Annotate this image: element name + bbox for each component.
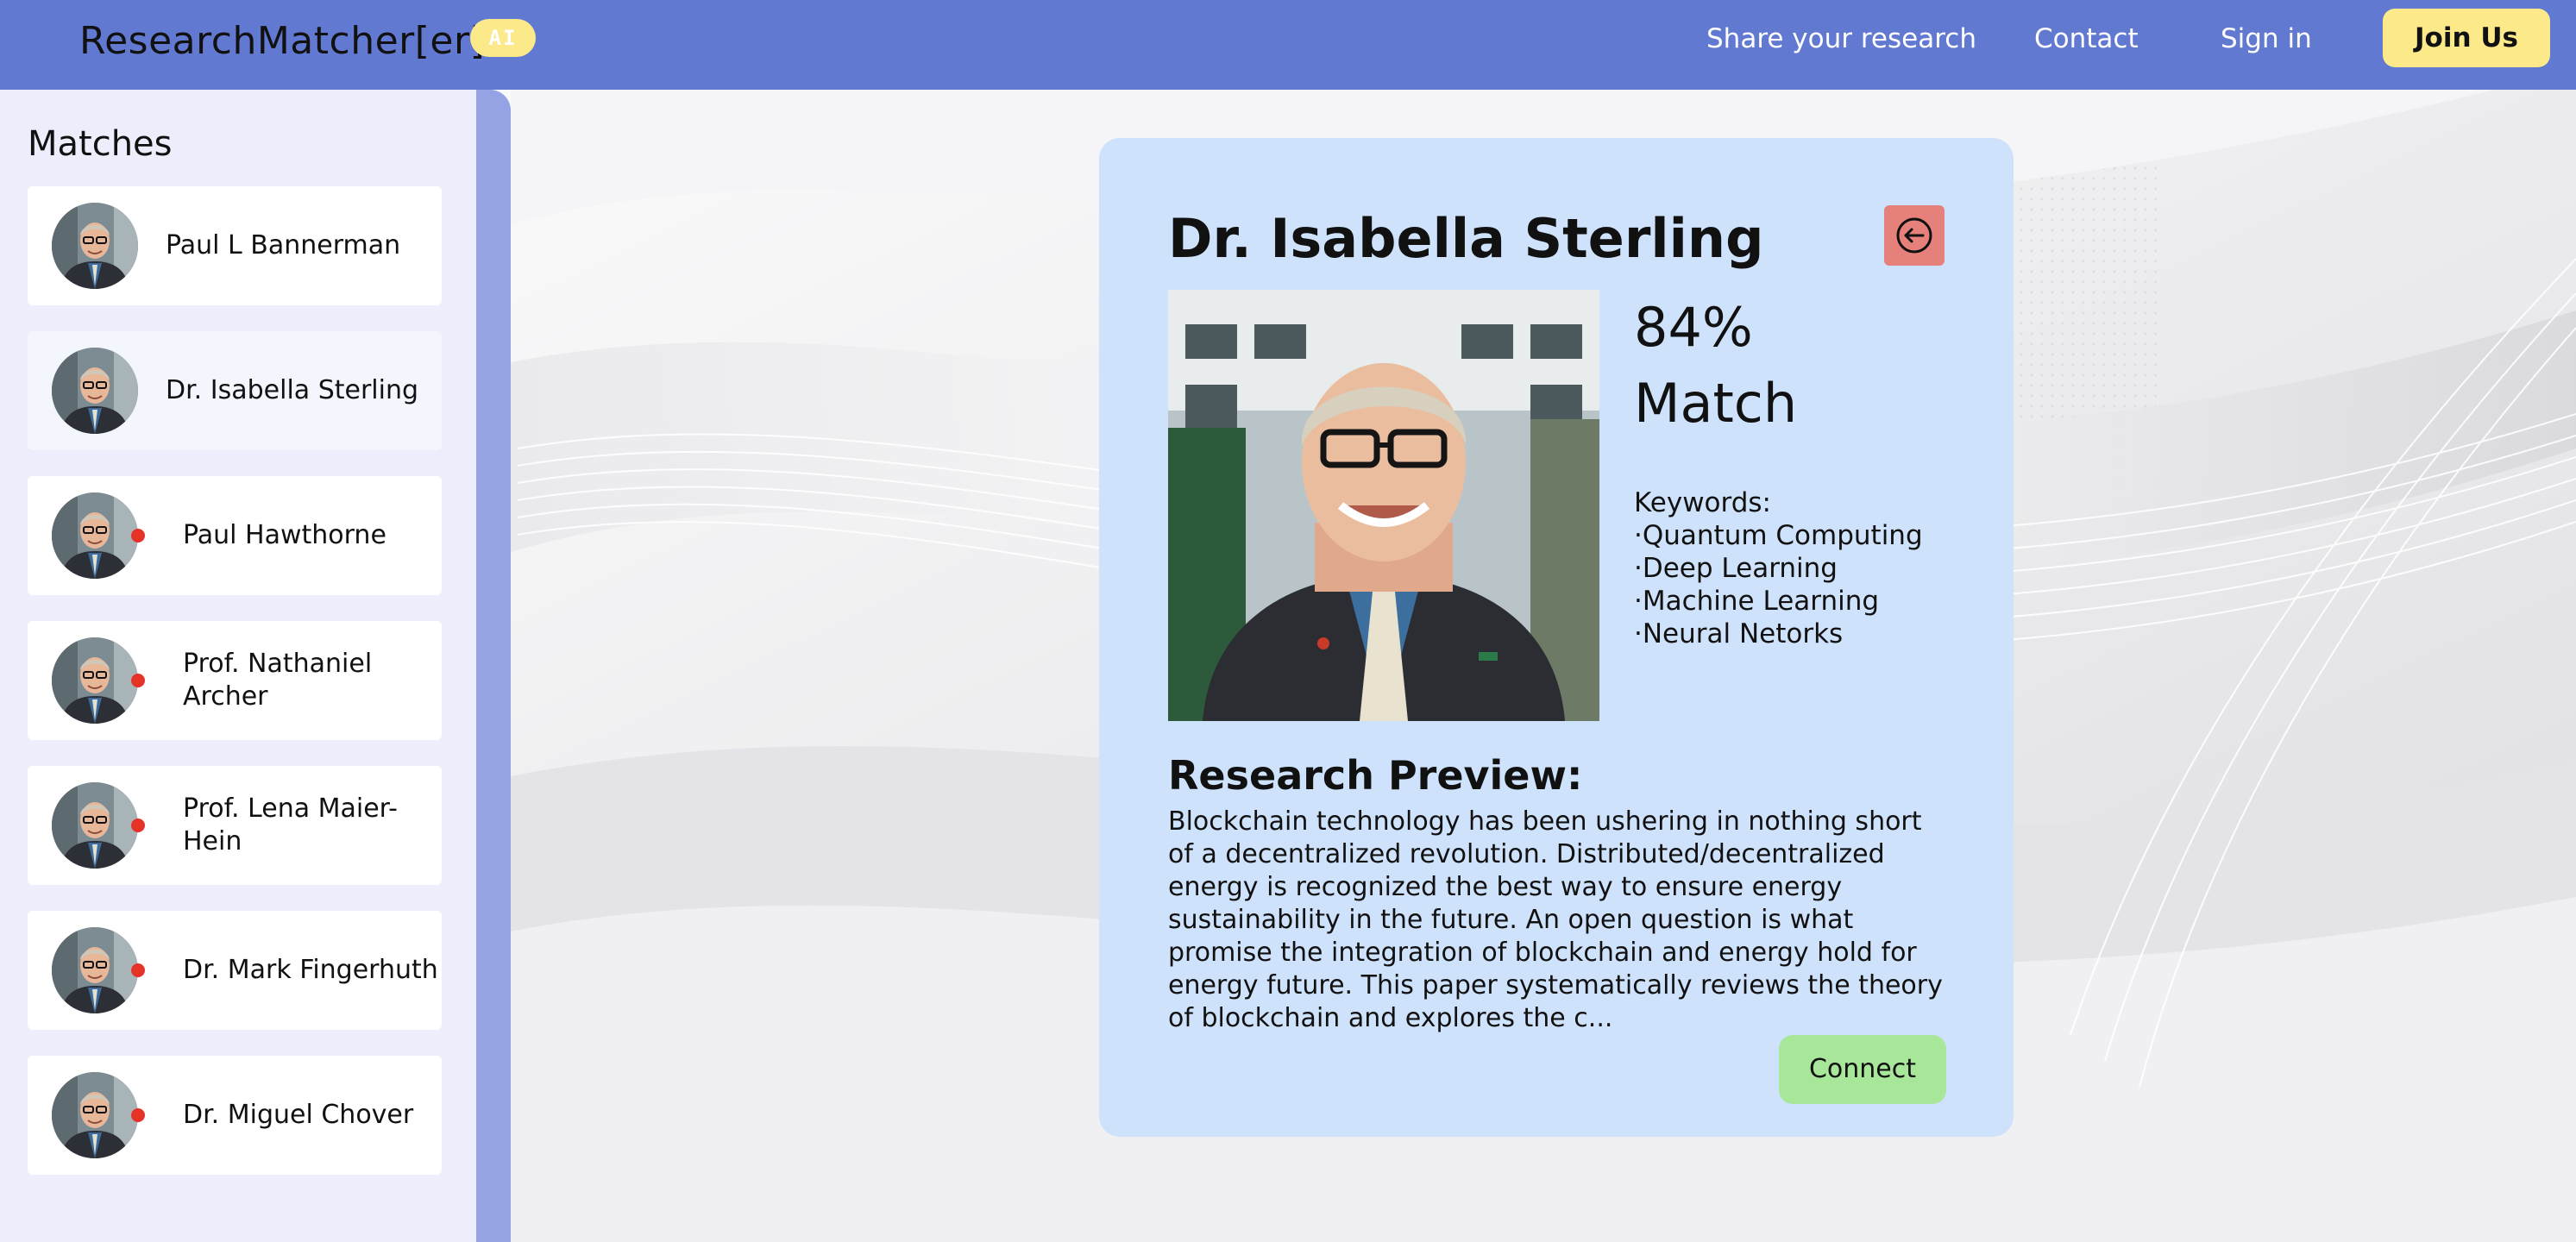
- avatar: [52, 348, 138, 434]
- avatar: [52, 927, 138, 1013]
- match-name: Dr. Isabella Sterling: [166, 375, 419, 405]
- avatar: [52, 492, 138, 579]
- keyword-item: Neural Netorks: [1634, 618, 1923, 650]
- match-item[interactable]: Prof. Lena Maier-Hein: [28, 766, 442, 885]
- match-percent: 84%: [1634, 296, 1753, 359]
- avatar: [52, 1072, 138, 1158]
- avatar: [52, 782, 138, 869]
- unread-dot-icon: [131, 1108, 145, 1122]
- match-name: Dr. Mark Fingerhuth: [183, 955, 438, 985]
- match-item[interactable]: Dr. Isabella Sterling: [28, 331, 442, 450]
- match-name: Paul Hawthorne: [183, 520, 386, 550]
- research-preview-title: Research Preview:: [1168, 752, 1583, 799]
- brand-logo[interactable]: ResearchMatcher[er]: [79, 16, 485, 67]
- unread-dot-icon: [131, 674, 145, 687]
- match-name: Paul L Bannerman: [166, 230, 401, 260]
- match-name: Prof. Lena Maier-Hein: [183, 794, 398, 856]
- match-label: Match: [1634, 372, 1798, 435]
- unread-dot-icon: [131, 819, 145, 832]
- keywords-section: Keywords: Quantum Computing Deep Learnin…: [1634, 486, 1923, 650]
- ai-badge: AI: [470, 19, 536, 57]
- unread-dot-icon: [131, 529, 145, 543]
- connect-button[interactable]: Connect: [1779, 1035, 1946, 1104]
- avatar: [52, 637, 138, 724]
- match-item[interactable]: Dr. Mark Fingerhuth: [28, 911, 442, 1030]
- profile-card: Dr. Isabella Sterling 84% Match Keywords…: [1099, 138, 2014, 1137]
- join-us-button[interactable]: Join Us: [2383, 9, 2550, 67]
- match-item[interactable]: Prof. Nathaniel Archer: [28, 621, 442, 740]
- sidebar-rail: [476, 90, 511, 1242]
- keyword-item: Deep Learning: [1634, 552, 1923, 585]
- match-name: Prof. Nathaniel Archer: [183, 649, 373, 712]
- research-preview-text: Blockchain technology has been ushering …: [1168, 806, 1943, 1033]
- avatar: [52, 203, 138, 289]
- nav-link-sign-in[interactable]: Sign in: [2221, 19, 2312, 59]
- back-button[interactable]: [1884, 205, 1945, 266]
- back-arrow-circle-icon: [1896, 217, 1932, 254]
- match-item[interactable]: Paul Hawthorne: [28, 476, 442, 595]
- nav-link-contact[interactable]: Contact: [2034, 19, 2139, 59]
- keywords-label: Keywords:: [1634, 487, 1771, 518]
- keyword-item: Machine Learning: [1634, 585, 1923, 618]
- match-score: 84% Match: [1634, 290, 1797, 442]
- unread-dot-icon: [131, 963, 145, 977]
- match-item[interactable]: Paul L Bannerman: [28, 186, 442, 305]
- matches-sidebar: Matches Paul L Bannerman Dr. Isabella St…: [0, 90, 476, 1242]
- profile-name: Dr. Isabella Sterling: [1168, 207, 1764, 270]
- match-item[interactable]: Dr. Miguel Chover: [28, 1056, 442, 1175]
- top-navbar: ResearchMatcher[er] AI Share your resear…: [0, 0, 2576, 90]
- matches-title: Matches: [28, 124, 173, 164]
- nav-link-share-research[interactable]: Share your research: [1706, 19, 1976, 59]
- profile-photo: [1168, 290, 1599, 721]
- match-name: Dr. Miguel Chover: [183, 1100, 414, 1130]
- keyword-item: Quantum Computing: [1634, 519, 1923, 552]
